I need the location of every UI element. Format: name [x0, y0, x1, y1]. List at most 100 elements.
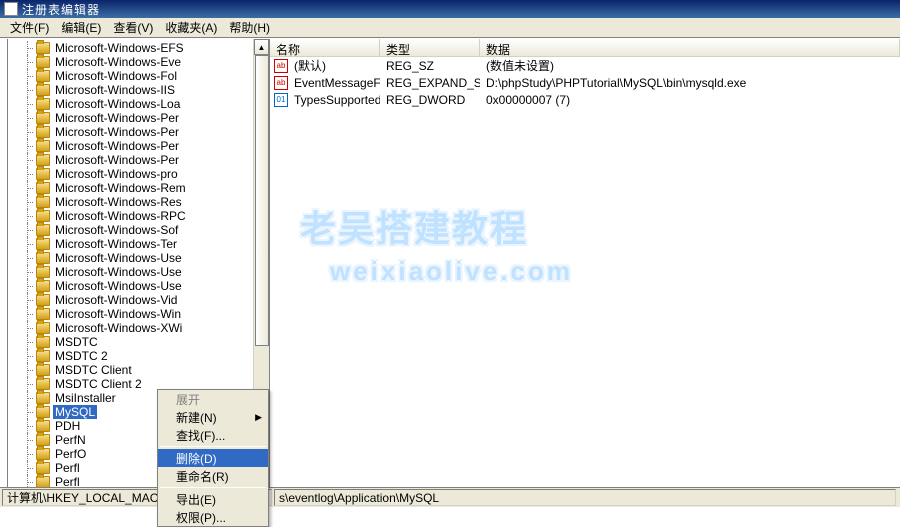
col-data[interactable]: 数据	[480, 39, 900, 56]
tree-item[interactable]: Microsoft-Windows-Per	[8, 125, 269, 139]
tree-item-label: Microsoft-Windows-EFS	[53, 41, 186, 55]
folder-icon	[36, 70, 50, 82]
cell-data: (数值未设置)	[480, 57, 900, 74]
tree-item-label: Perfl	[53, 461, 82, 475]
folder-icon	[36, 462, 50, 474]
tree-item-label: Microsoft-Windows-Ter	[53, 237, 179, 251]
binary-value-icon: 01	[274, 93, 288, 107]
status-bar: 计算机\HKEY_LOCAL_MACHINE\SYSTEM\C s\eventl…	[0, 487, 900, 507]
string-value-icon: ab	[274, 59, 288, 73]
tree-item[interactable]: Microsoft-Windows-RPC	[8, 209, 269, 223]
tree-item-label: MSDTC	[53, 335, 100, 349]
tree-item-label: PDH	[53, 419, 82, 433]
folder-icon	[36, 112, 50, 124]
scroll-up-icon[interactable]: ▲	[254, 39, 269, 55]
context-menu-item[interactable]: 新建(N)▶	[158, 408, 268, 426]
tree-item[interactable]: Microsoft-Windows-Use	[8, 279, 269, 293]
tree-item-label: MSDTC 2	[53, 349, 110, 363]
folder-icon	[36, 238, 50, 250]
menu-separator	[160, 446, 266, 447]
tree-item[interactable]: Microsoft-Windows-Ter	[8, 237, 269, 251]
menu-help[interactable]: 帮助(H)	[223, 17, 276, 38]
cell-type: REG_DWORD	[380, 93, 480, 107]
tree-item[interactable]: Microsoft-Windows-Fol	[8, 69, 269, 83]
folder-icon	[36, 308, 50, 320]
tree-item[interactable]: MSDTC Client	[8, 363, 269, 377]
folder-icon	[36, 420, 50, 432]
folder-icon	[36, 252, 50, 264]
tree-item[interactable]: Microsoft-Windows-Res	[8, 195, 269, 209]
tree-item-label: Microsoft-Windows-Eve	[53, 55, 183, 69]
tree-item[interactable]: Microsoft-Windows-Sof	[8, 223, 269, 237]
folder-icon	[36, 476, 50, 487]
list-row[interactable]: abEventMessageFileREG_EXPAND_SZD:\phpStu…	[270, 74, 900, 91]
folder-icon	[36, 140, 50, 152]
menu-fav[interactable]: 收藏夹(A)	[159, 17, 223, 38]
col-name[interactable]: 名称	[270, 39, 380, 56]
tree-item-label: MySQL	[53, 405, 97, 419]
tree-item-label: Microsoft-Windows-Use	[53, 279, 184, 293]
folder-icon	[36, 322, 50, 334]
tree-item-label: Microsoft-Windows-RPC	[53, 209, 188, 223]
list-row[interactable]: 01TypesSupportedREG_DWORD0x00000007 (7)	[270, 91, 900, 108]
tree-item[interactable]: Microsoft-Windows-XWi	[8, 321, 269, 335]
folder-icon	[36, 56, 50, 68]
tree-item[interactable]: Microsoft-Windows-Eve	[8, 55, 269, 69]
tree-item[interactable]: Microsoft-Windows-EFS	[8, 41, 269, 55]
tree-item[interactable]: Microsoft-Windows-Win	[8, 307, 269, 321]
folder-icon	[36, 224, 50, 236]
tree-item[interactable]: Microsoft-Windows-pro	[8, 167, 269, 181]
folder-icon	[36, 434, 50, 446]
tree-item[interactable]: Microsoft-Windows-Vid	[8, 293, 269, 307]
tree-item[interactable]: Microsoft-Windows-Use	[8, 251, 269, 265]
scroll-thumb[interactable]	[255, 55, 269, 346]
menu-edit[interactable]: 编辑(E)	[55, 17, 107, 38]
tree-item[interactable]: Microsoft-Windows-Per	[8, 153, 269, 167]
tree-item[interactable]: MSDTC 2	[8, 349, 269, 363]
folder-icon	[36, 168, 50, 180]
tree-item-label: Microsoft-Windows-Use	[53, 265, 184, 279]
context-menu-item[interactable]: 查找(F)...	[158, 426, 268, 444]
folder-icon	[36, 266, 50, 278]
tree-item[interactable]: Microsoft-Windows-IIS	[8, 83, 269, 97]
menu-separator	[160, 487, 266, 488]
tree-item[interactable]: Microsoft-Windows-Per	[8, 139, 269, 153]
list-view[interactable]: 名称 类型 数据 ab(默认)REG_SZ(数值未设置)abEventMessa…	[270, 39, 900, 487]
tree-item-label: Microsoft-Windows-pro	[53, 167, 180, 181]
tree-item-label: Microsoft-Windows-Per	[53, 139, 181, 153]
menu-view[interactable]: 查看(V)	[107, 17, 159, 38]
tree-item-label: Microsoft-Windows-Vid	[53, 293, 179, 307]
list-header: 名称 类型 数据	[270, 39, 900, 57]
tree-item-label: Microsoft-Windows-Res	[53, 195, 184, 209]
tree-item[interactable]: Microsoft-Windows-Loa	[8, 97, 269, 111]
tree-item[interactable]: Microsoft-Windows-Per	[8, 111, 269, 125]
list-row[interactable]: ab(默认)REG_SZ(数值未设置)	[270, 57, 900, 74]
col-type[interactable]: 类型	[380, 39, 480, 56]
folder-icon	[36, 84, 50, 96]
menu-bar: 文件(F) 编辑(E) 查看(V) 收藏夹(A) 帮助(H)	[0, 18, 900, 38]
folder-icon	[36, 350, 50, 362]
context-menu-item[interactable]: 导出(E)	[158, 490, 268, 508]
system-icon	[4, 2, 18, 16]
cell-data: 0x00000007 (7)	[480, 93, 900, 107]
folder-icon	[36, 448, 50, 460]
tree-item[interactable]: MSDTC	[8, 335, 269, 349]
tree-item-label: Microsoft-Windows-Rem	[53, 181, 188, 195]
context-menu-item[interactable]: 删除(D)	[158, 449, 268, 467]
tree-item-label: MSDTC Client 2	[53, 377, 144, 391]
cell-name: (默认)	[288, 57, 380, 74]
menu-file[interactable]: 文件(F)	[4, 17, 55, 38]
status-path-right: s\eventlog\Application\MySQL	[274, 489, 896, 506]
tree-item[interactable]: Microsoft-Windows-Use	[8, 265, 269, 279]
folder-icon	[36, 210, 50, 222]
context-menu-item[interactable]: 重命名(R)	[158, 467, 268, 485]
tree-item-label: Perfl	[53, 475, 82, 487]
window-titlebar: 注册表编辑器	[0, 0, 900, 18]
folder-icon	[36, 336, 50, 348]
cell-name: EventMessageFile	[288, 76, 380, 90]
context-menu-item[interactable]: 权限(P)...	[158, 508, 268, 526]
tree-item-label: Microsoft-Windows-Loa	[53, 97, 182, 111]
tree-item[interactable]: Microsoft-Windows-Rem	[8, 181, 269, 195]
cell-type: REG_SZ	[380, 59, 480, 73]
folder-icon	[36, 42, 50, 54]
